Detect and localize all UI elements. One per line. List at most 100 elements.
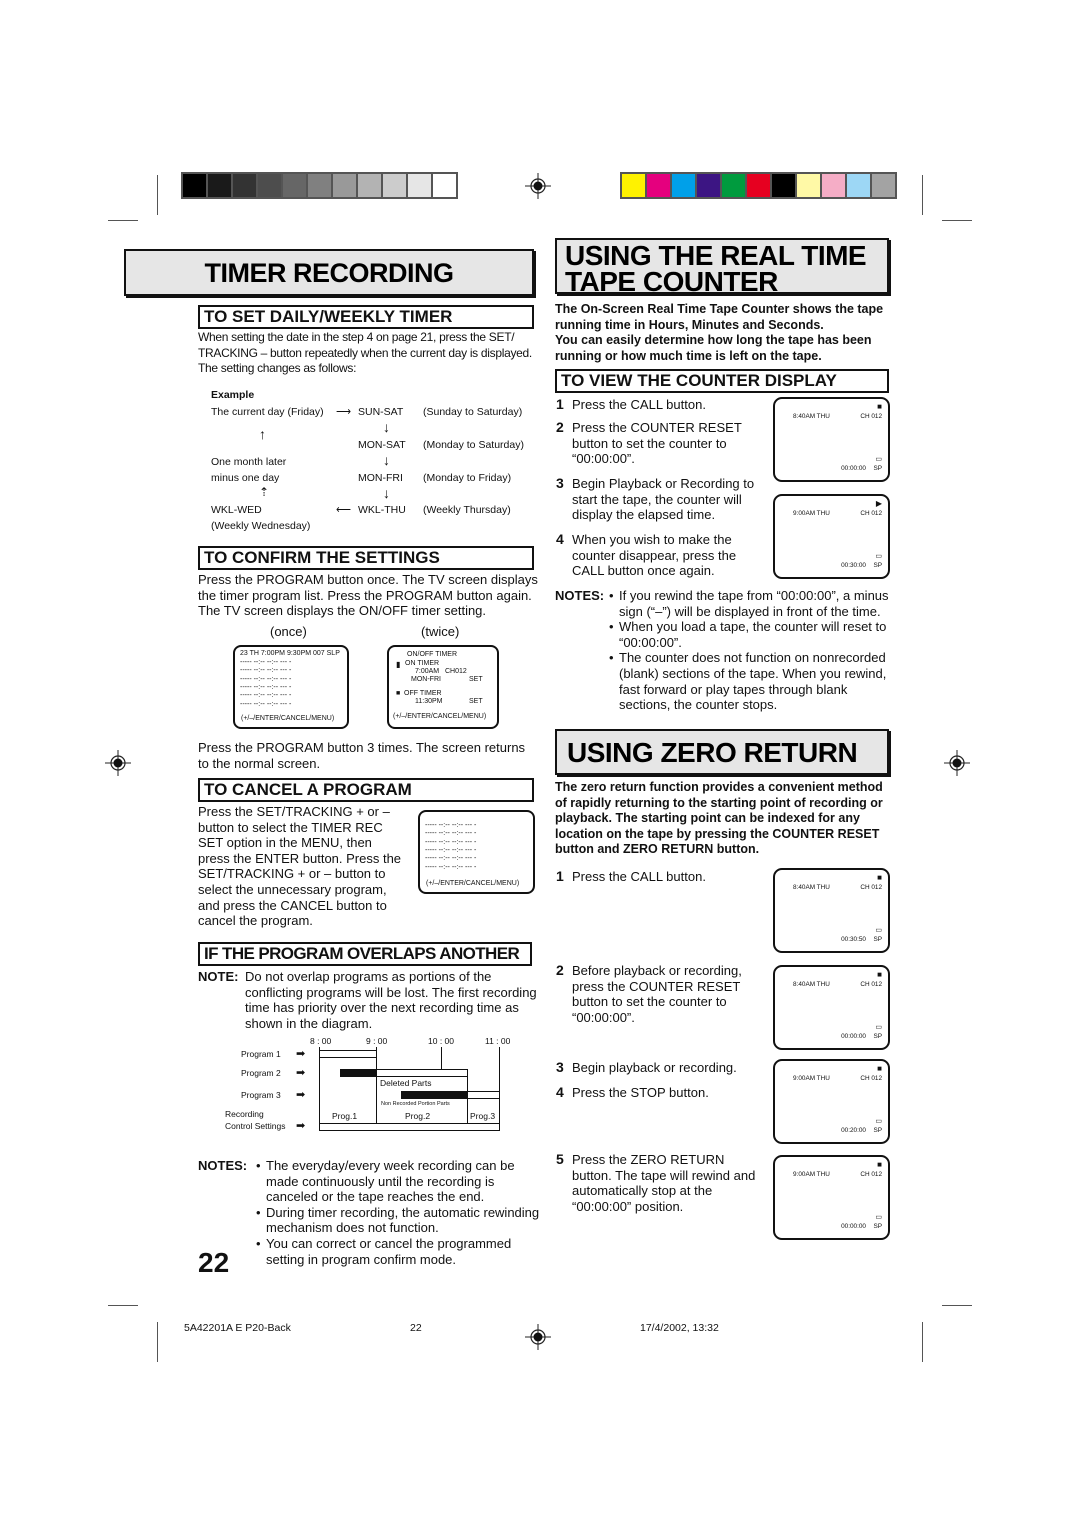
vcr-on-screen-display: ■ 9:00AM THU CH 012 ▭ 00:00:00 SP bbox=[773, 1155, 890, 1240]
program-list-row: ----- --:-- --:-- --- - bbox=[425, 863, 477, 871]
note-item: • The counter does not function on nonrec… bbox=[609, 650, 895, 712]
tape-counter: 00:30:00 bbox=[841, 562, 866, 569]
channel-number: CH 012 bbox=[860, 1075, 882, 1082]
program-1-bar bbox=[319, 1050, 377, 1058]
bullet-icon: • bbox=[609, 650, 614, 666]
one-month-later-label: One month later bbox=[211, 456, 287, 468]
on-timer-label: ON TIMER bbox=[405, 660, 440, 667]
wkl-wed-desc: (Weekly Wednesday) bbox=[211, 520, 311, 532]
tv-screen-program-list: 23 TH 7:00PM 9:30PM 007 SLP ----- --:-- … bbox=[233, 645, 349, 729]
color-swatch bbox=[697, 174, 720, 197]
vcr-on-screen-display: ■ 8:40AM THU CH 012 ▭ 00:30:50 SP bbox=[773, 868, 890, 953]
step-item: 5 Press the ZERO RETURN button. The tape … bbox=[556, 1151, 756, 1214]
cycle-code: MON-FRI bbox=[358, 472, 403, 484]
crop-mark bbox=[157, 1322, 158, 1362]
color-swatch bbox=[208, 174, 231, 197]
overlap-note-text: Do not overlap programs as portions of t… bbox=[245, 969, 537, 1031]
program-3-deleted-part bbox=[401, 1091, 468, 1099]
zero-return-intro: The zero return function provides a conv… bbox=[555, 780, 883, 857]
cycle-desc: (Monday to Friday) bbox=[423, 472, 512, 484]
cassette-icon: ▭ bbox=[875, 1214, 882, 1221]
step-item: 4 When you wish to make the counter disap… bbox=[556, 531, 761, 579]
note-item: • You can correct or cancel the programme… bbox=[256, 1236, 540, 1267]
off-timer-set: SET bbox=[469, 698, 483, 705]
page-number: 22 bbox=[198, 1247, 230, 1278]
program-1-label: Program 1 bbox=[241, 1049, 281, 1059]
title-line: TAPE COUNTER bbox=[565, 266, 778, 297]
example-label: Example bbox=[211, 389, 255, 401]
time-tick: 10 : 00 bbox=[428, 1036, 454, 1046]
cycle-code: MON-SAT bbox=[358, 439, 406, 451]
step-text: Press the ZERO RETURN button. The tape w… bbox=[572, 1152, 756, 1214]
prog-2-label: Prog.2 bbox=[405, 1111, 431, 1121]
color-swatch bbox=[408, 174, 431, 197]
channel-number: CH 012 bbox=[860, 981, 882, 988]
crop-mark bbox=[108, 220, 138, 221]
arrow-right-icon: ⟶ bbox=[336, 406, 352, 418]
tv-screen-cancel-list: ----- --:-- --:-- --- - ----- --:-- --:--… bbox=[418, 810, 535, 894]
color-swatch bbox=[233, 174, 256, 197]
note-item: • During timer recording, the automatic r… bbox=[256, 1205, 540, 1236]
cycle-desc: (Weekly Thursday) bbox=[423, 504, 511, 516]
program-list-header: 23 TH 7:00PM 9:30PM 007 SLP bbox=[240, 650, 340, 657]
color-swatch bbox=[647, 174, 670, 197]
counter-notes-list: • If you rewind the tape from “00:00:00”,… bbox=[609, 588, 895, 713]
twice-label: (twice) bbox=[421, 624, 460, 639]
program-list-row: ----- --:-- --:-- --- - bbox=[425, 855, 477, 863]
note-text: When you load a tape, the counter will r… bbox=[619, 619, 887, 650]
step-number: 1 bbox=[556, 868, 564, 884]
step-text: Press the STOP button. bbox=[572, 1085, 709, 1100]
crop-mark bbox=[942, 1305, 972, 1306]
cycle-code: SUN-SAT bbox=[358, 406, 404, 418]
step-item: 1 Press the CALL button. bbox=[556, 396, 761, 413]
on-timer-time: 7:00AM bbox=[415, 668, 440, 675]
on-off-timer-title: ON/OFF TIMER bbox=[407, 651, 458, 658]
program-list-row: ----- --:-- --:-- --- - bbox=[425, 846, 477, 854]
registration-mark-icon bbox=[105, 750, 131, 776]
color-swatch bbox=[622, 174, 645, 197]
tape-speed: SP bbox=[873, 1033, 882, 1040]
daily-weekly-intro: When setting the date in the step 4 on p… bbox=[198, 330, 532, 376]
section-title-zero-return: USING ZERO RETURN bbox=[555, 729, 889, 775]
subheading-cancel-program: TO CANCEL A PROGRAM bbox=[198, 778, 534, 802]
footer-timestamp: 17/4/2002, 13:32 bbox=[640, 1322, 719, 1334]
tape-speed: SP bbox=[873, 1223, 882, 1230]
notes-label: NOTES: bbox=[198, 1158, 248, 1173]
stop-icon: ■ bbox=[877, 402, 882, 411]
crop-mark bbox=[922, 1322, 923, 1362]
tape-speed: SP bbox=[873, 465, 882, 472]
color-swatch bbox=[747, 174, 770, 197]
color-swatch bbox=[433, 174, 456, 197]
on-timer-set: SET bbox=[469, 676, 483, 683]
cursor-blink-icon: ▮ bbox=[396, 660, 401, 669]
step-item: 1 Press the CALL button. bbox=[556, 868, 756, 885]
section-title-real-time-counter: USING THE REAL TIME TAPE COUNTER bbox=[555, 238, 889, 297]
cassette-icon: ▭ bbox=[875, 553, 882, 560]
time-tick: 9 : 00 bbox=[366, 1036, 388, 1046]
step-item: 2 Press the COUNTER RESET button to set t… bbox=[556, 419, 761, 467]
cycle-desc: (Monday to Saturday) bbox=[423, 439, 524, 451]
clock-time: 8:40AM THU bbox=[793, 413, 830, 420]
subheading-daily-weekly-timer: TO SET DAILY/WEEKLY TIMER bbox=[198, 305, 534, 329]
non-recorded-portion-label: Non Recorded Portion Parts bbox=[381, 1101, 450, 1107]
deleted-parts-label: Deleted Parts bbox=[380, 1078, 432, 1088]
tv-screen-on-off-timer: ON/OFF TIMER ▮ ON TIMER 7:00AM CH012 MON… bbox=[387, 645, 499, 729]
bullet-icon: • bbox=[256, 1158, 261, 1173]
arrow-right-icon: ➡ bbox=[296, 1120, 306, 1132]
program-list-row: ----- --:-- --:-- --- - bbox=[425, 822, 477, 829]
clock-time: 9:00AM THU bbox=[793, 1075, 830, 1082]
clock-time: 9:00AM THU bbox=[793, 1171, 830, 1178]
section-title-timer-recording: TIMER RECORDING bbox=[124, 249, 534, 296]
off-timer-label: OFF TIMER bbox=[404, 690, 442, 697]
step-number: 5 bbox=[556, 1151, 564, 1167]
channel-number: CH 012 bbox=[860, 510, 882, 517]
channel-number: CH 012 bbox=[860, 413, 882, 420]
color-swatch bbox=[847, 174, 870, 197]
tape-speed: SP bbox=[873, 1127, 882, 1134]
channel-number: CH 012 bbox=[860, 884, 882, 891]
note-label: NOTE: bbox=[198, 969, 239, 984]
step-text: Press the COUNTER RESET button to set th… bbox=[572, 420, 742, 467]
cassette-icon: ▭ bbox=[875, 456, 882, 463]
stop-icon: ■ bbox=[877, 1160, 882, 1169]
program-list-row: ----- --:-- --:-- --- - bbox=[240, 659, 292, 666]
